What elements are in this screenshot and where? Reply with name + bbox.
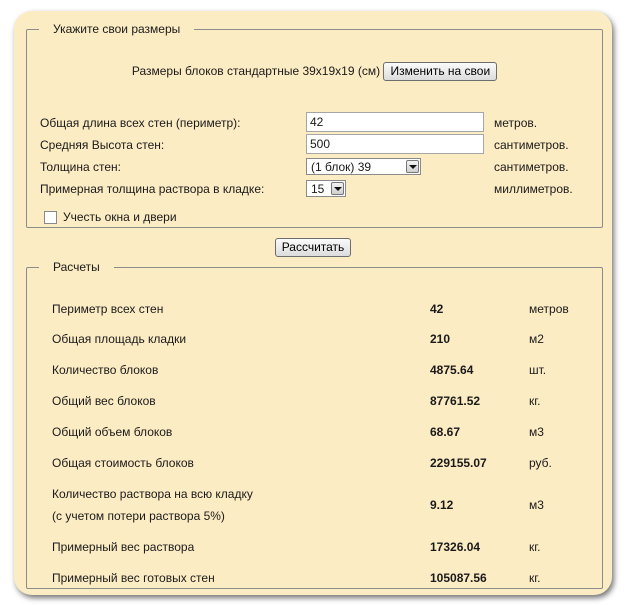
mortar-thickness-unit: миллиметров. [494,182,573,196]
result-unit: м3 [529,425,544,439]
perimeter-label: Общая длина всех стен (периметр): [40,116,241,130]
chevron-down-icon[interactable] [331,182,344,195]
result-unit: руб. [529,456,552,470]
result-value: 42 [430,302,444,316]
result-value: 9.12 [430,498,454,512]
result-label: Общая площадь кладки [52,332,187,346]
mortar-thickness-select[interactable]: 15 [306,180,346,197]
result-value: 210 [430,332,451,346]
input-legend: Укажите свои размеры [39,21,195,37]
wall-height-label: Средняя Высота стен: [40,138,165,152]
result-unit: кг. [529,540,541,554]
results-fieldset: Расчеты Периметр всех стен 42 метров Общ… [26,259,603,589]
result-value: 229155.07 [430,456,487,470]
result-label: Количество блоков [52,363,159,377]
calculate-wrapper: Рассчитать [14,238,612,257]
wall-thickness-value: (1 блок) 39 [311,160,372,174]
result-unit: шт. [529,363,547,377]
standard-size-text: Размеры блоков стандартные 39x19x19 (см) [131,64,381,78]
windows-doors-checkbox[interactable] [44,211,57,224]
change-size-button[interactable]: Изменить на свои [383,62,498,81]
chevron-down-icon[interactable] [406,160,419,173]
result-label-note: (с учетом потери раствора 5%) [52,509,225,523]
wall-thickness-select[interactable]: (1 блок) 39 [306,158,421,175]
result-label: Общий вес блоков [52,394,156,408]
calculate-button[interactable]: Рассчитать [274,238,352,257]
mortar-thickness-value: 15 [311,182,325,196]
wall-height-input[interactable]: 500 [306,134,484,154]
result-value: 4875.64 [430,363,474,377]
result-value: 68.67 [430,425,461,439]
result-unit: кг. [529,394,541,408]
result-label: Общий объем блоков [52,425,173,439]
input-fieldset: Укажите свои размеры Размеры блоков стан… [26,21,603,228]
standard-size-line: Размеры блоков стандартные 39x19x19 (см)… [27,62,602,81]
windows-doors-label[interactable]: Учесть окна и двери [63,210,177,224]
result-label: Примерный вес готовых стен [52,571,215,585]
result-label: Количество раствора на всю кладку [52,487,253,501]
result-label: Примерный вес раствора [52,540,195,554]
results-legend: Расчеты [39,259,114,275]
wall-thickness-unit: сантиметров. [494,160,569,174]
result-label: Периметр всех стен [52,302,164,316]
result-value: 105087.56 [430,571,487,585]
result-unit: м2 [529,332,544,346]
result-label: Общая стоимость блоков [52,456,194,470]
calculator-panel: Укажите свои размеры Размеры блоков стан… [14,11,612,595]
result-value: 17326.04 [430,540,481,554]
perimeter-input[interactable]: 42 [306,112,484,132]
result-unit: метров [529,302,569,316]
result-value: 87761.52 [430,394,481,408]
perimeter-unit: метров. [494,116,538,130]
wall-height-unit: сантиметров. [494,138,569,152]
wall-thickness-label: Толщина стен: [40,160,122,174]
result-unit: м3 [529,498,544,512]
result-unit: кг. [529,571,541,585]
mortar-thickness-label: Примерная толщина раствора в кладке: [40,182,265,196]
